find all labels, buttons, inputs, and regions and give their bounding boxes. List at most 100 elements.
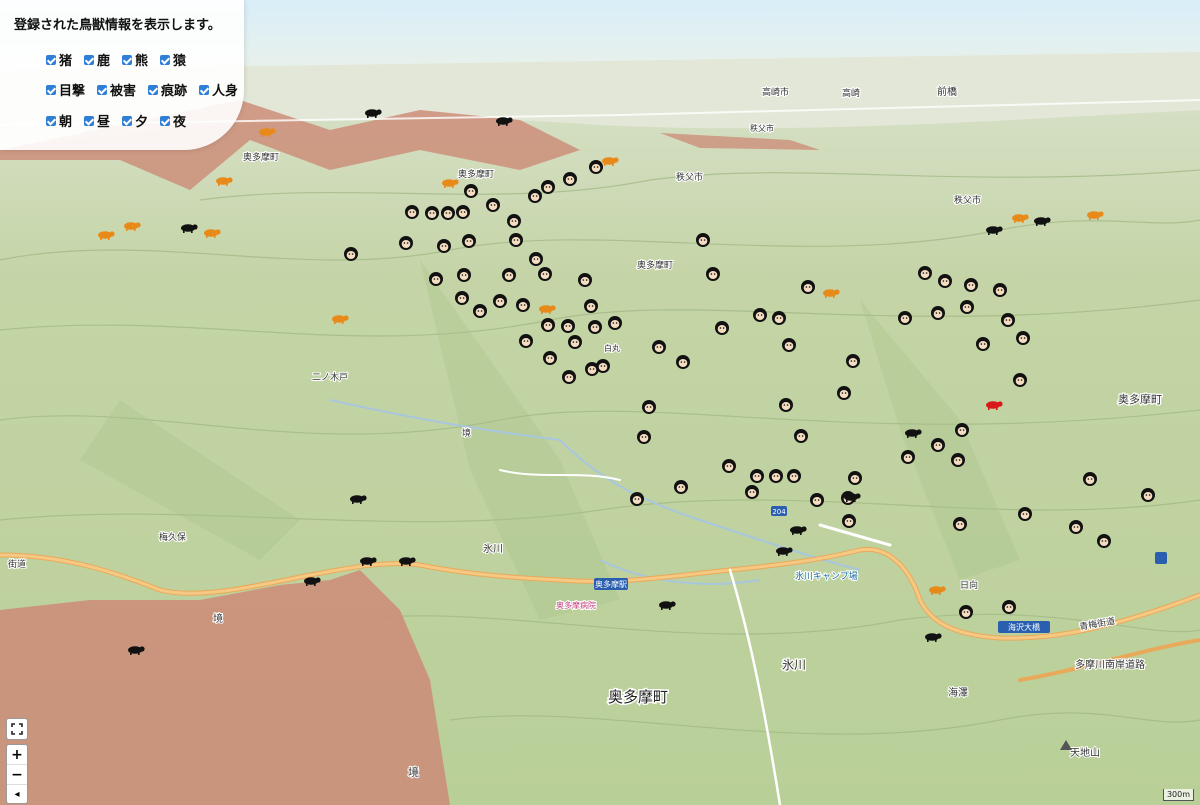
monkey-marker-icon[interactable] — [568, 335, 582, 349]
monkey-marker-icon[interactable] — [976, 337, 990, 351]
monkey-marker-icon[interactable] — [519, 334, 533, 348]
monkey-marker-icon[interactable] — [898, 311, 912, 325]
filter-sighting[interactable]: 目撃 — [46, 80, 85, 99]
checkbox-icon[interactable] — [46, 115, 56, 126]
filter-evening[interactable]: 夕 — [122, 111, 148, 130]
monkey-marker-icon[interactable] — [642, 400, 656, 414]
monkey-marker-icon[interactable] — [837, 386, 851, 400]
monkey-marker-icon[interactable] — [1141, 488, 1155, 502]
monkey-marker-icon[interactable] — [955, 423, 969, 437]
filter-bear[interactable]: 熊 — [122, 50, 148, 69]
checkbox-icon[interactable] — [46, 54, 56, 65]
zoom-out-button[interactable]: − — [7, 765, 27, 785]
monkey-marker-icon[interactable] — [405, 205, 419, 219]
monkey-marker-icon[interactable] — [637, 430, 651, 444]
monkey-marker-icon[interactable] — [399, 236, 413, 250]
checkbox-icon[interactable] — [122, 54, 133, 65]
monkey-marker-icon[interactable] — [596, 359, 610, 373]
monkey-marker-icon[interactable] — [1069, 520, 1083, 534]
filter-damage[interactable]: 被害 — [97, 80, 136, 99]
monkey-marker-icon[interactable] — [1016, 331, 1030, 345]
monkey-marker-icon[interactable] — [801, 280, 815, 294]
compass-button[interactable]: ◂ — [7, 785, 27, 804]
monkey-marker-icon[interactable] — [589, 160, 603, 174]
monkey-marker-icon[interactable] — [782, 338, 796, 352]
monkey-marker-icon[interactable] — [938, 274, 952, 288]
checkbox-icon[interactable] — [160, 54, 171, 65]
monkey-marker-icon[interactable] — [509, 233, 523, 247]
monkey-marker-icon[interactable] — [1083, 472, 1097, 486]
monkey-marker-icon[interactable] — [810, 493, 824, 507]
checkbox-icon[interactable] — [199, 84, 210, 95]
monkey-marker-icon[interactable] — [715, 321, 729, 335]
monkey-marker-icon[interactable] — [516, 298, 530, 312]
monkey-marker-icon[interactable] — [578, 273, 592, 287]
monkey-marker-icon[interactable] — [608, 316, 622, 330]
monkey-marker-icon[interactable] — [457, 268, 471, 282]
monkey-marker-icon[interactable] — [502, 268, 516, 282]
monkey-marker-icon[interactable] — [842, 514, 856, 528]
monkey-marker-icon[interactable] — [543, 351, 557, 365]
monkey-marker-icon[interactable] — [1001, 313, 1015, 327]
monkey-marker-icon[interactable] — [750, 469, 764, 483]
monkey-marker-icon[interactable] — [344, 247, 358, 261]
checkbox-icon[interactable] — [84, 115, 95, 126]
monkey-marker-icon[interactable] — [1097, 534, 1111, 548]
filter-morning[interactable]: 朝 — [46, 111, 72, 130]
monkey-marker-icon[interactable] — [745, 485, 759, 499]
checkbox-icon[interactable] — [84, 54, 95, 65]
filter-trace[interactable]: 痕跡 — [148, 80, 187, 99]
filter-monkey[interactable]: 猿 — [160, 50, 186, 69]
filter-night[interactable]: 夜 — [160, 111, 186, 130]
monkey-marker-icon[interactable] — [959, 605, 973, 619]
checkbox-icon[interactable] — [97, 84, 108, 95]
monkey-marker-icon[interactable] — [674, 480, 688, 494]
monkey-marker-icon[interactable] — [563, 172, 577, 186]
monkey-marker-icon[interactable] — [706, 267, 720, 281]
checkbox-icon[interactable] — [46, 84, 56, 95]
monkey-marker-icon[interactable] — [787, 469, 801, 483]
monkey-marker-icon[interactable] — [779, 398, 793, 412]
monkey-marker-icon[interactable] — [753, 308, 767, 322]
monkey-marker-icon[interactable] — [528, 189, 542, 203]
monkey-marker-icon[interactable] — [630, 492, 644, 506]
monkey-marker-icon[interactable] — [794, 429, 808, 443]
monkey-marker-icon[interactable] — [429, 272, 443, 286]
monkey-marker-icon[interactable] — [951, 453, 965, 467]
monkey-marker-icon[interactable] — [1002, 600, 1016, 614]
monkey-marker-icon[interactable] — [584, 299, 598, 313]
filter-boar[interactable]: 猪 — [46, 50, 72, 69]
fullscreen-button[interactable] — [6, 718, 28, 740]
monkey-marker-icon[interactable] — [953, 517, 967, 531]
monkey-marker-icon[interactable] — [931, 438, 945, 452]
monkey-marker-icon[interactable] — [541, 180, 555, 194]
monkey-marker-icon[interactable] — [769, 469, 783, 483]
monkey-marker-icon[interactable] — [425, 206, 439, 220]
monkey-marker-icon[interactable] — [437, 239, 451, 253]
monkey-marker-icon[interactable] — [441, 206, 455, 220]
monkey-marker-icon[interactable] — [486, 198, 500, 212]
checkbox-icon[interactable] — [122, 115, 133, 126]
checkbox-icon[interactable] — [148, 84, 159, 95]
checkbox-icon[interactable] — [160, 115, 171, 126]
monkey-marker-icon[interactable] — [588, 320, 602, 334]
monkey-marker-icon[interactable] — [1013, 373, 1027, 387]
monkey-marker-icon[interactable] — [455, 291, 469, 305]
monkey-marker-icon[interactable] — [848, 471, 862, 485]
monkey-marker-icon[interactable] — [1018, 507, 1032, 521]
filter-noon[interactable]: 昼 — [84, 111, 110, 130]
monkey-marker-icon[interactable] — [846, 354, 860, 368]
monkey-marker-icon[interactable] — [541, 318, 555, 332]
monkey-marker-icon[interactable] — [931, 306, 945, 320]
monkey-marker-icon[interactable] — [722, 459, 736, 473]
zoom-in-button[interactable]: + — [7, 745, 27, 765]
monkey-marker-icon[interactable] — [462, 234, 476, 248]
monkey-marker-icon[interactable] — [473, 304, 487, 318]
monkey-marker-icon[interactable] — [652, 340, 666, 354]
monkey-marker-icon[interactable] — [562, 370, 576, 384]
monkey-marker-icon[interactable] — [772, 311, 786, 325]
monkey-marker-icon[interactable] — [960, 300, 974, 314]
monkey-marker-icon[interactable] — [456, 205, 470, 219]
monkey-marker-icon[interactable] — [901, 450, 915, 464]
monkey-marker-icon[interactable] — [918, 266, 932, 280]
